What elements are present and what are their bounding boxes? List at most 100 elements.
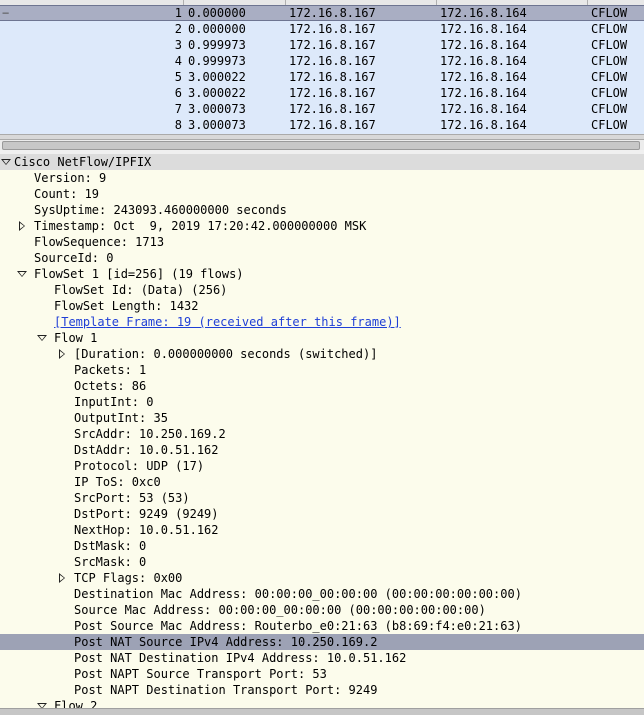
packet-time: 3.000073 [188, 118, 246, 132]
tree-item-label: Cisco NetFlow/IPFIX [14, 155, 152, 169]
tree-item-label: Packets: 1 [74, 363, 147, 377]
tree-item[interactable]: DstMask: 0 [0, 538, 644, 554]
packet-row[interactable]: 8 3.000073 172.16.8.167 172.16.8.164 CFLOW [0, 117, 644, 133]
packet-time: 0.000000 [188, 6, 246, 20]
tree-item-label: SourceId: 0 [34, 251, 114, 265]
packet-number: 4 [174, 54, 182, 68]
tree-item-label: TCP Flags: 0x00 [74, 571, 183, 585]
tree-item[interactable]: Post NAPT Source Transport Port: 53 [0, 666, 644, 682]
tree-item-flow-2[interactable]: Flow 2 [0, 698, 644, 708]
tree-item-label: Timestamp: Oct 9, 2019 17:20:42.00000000… [34, 219, 367, 233]
tree-item[interactable]: Count: 19 [0, 186, 644, 202]
tree-item-tcp-flags[interactable]: TCP Flags: 0x00 [0, 570, 644, 586]
packet-row[interactable]: 2 0.000000 172.16.8.167 172.16.8.164 CFLOW [0, 21, 644, 37]
packet-source: 172.16.8.167 [289, 118, 376, 132]
tree-item[interactable]: Post NAT Destination IPv4 Address: 10.0.… [0, 650, 644, 666]
packet-protocol: CFLOW [591, 102, 628, 116]
tree-item[interactable]: Packets: 1 [0, 362, 644, 378]
packet-number: 1 [174, 6, 182, 20]
tree-item[interactable]: SrcPort: 53 (53) [0, 490, 644, 506]
packet-protocol: CFLOW [591, 38, 628, 52]
tree-item-label: OutputInt: 35 [74, 411, 168, 425]
tree-item[interactable]: NextHop: 10.0.51.162 [0, 522, 644, 538]
packet-details-tree[interactable]: Cisco NetFlow/IPFIX Version: 9 Count: 19… [0, 154, 644, 708]
tree-item-label: Source Mac Address: 00:00:00_00:00:00 (0… [74, 603, 486, 617]
collapse-arrow-icon[interactable] [56, 570, 68, 586]
scrollbar-thumb[interactable] [2, 141, 640, 150]
tree-item[interactable]: OutputInt: 35 [0, 410, 644, 426]
collapse-arrow-icon[interactable] [16, 218, 28, 234]
tree-item[interactable]: Post NAPT Destination Transport Port: 92… [0, 682, 644, 698]
tree-item[interactable]: Octets: 86 [0, 378, 644, 394]
packet-row[interactable]: 7 3.000073 172.16.8.167 172.16.8.164 CFLOW [0, 101, 644, 117]
template-frame-link[interactable]: [Template Frame: 19 (received after this… [54, 314, 401, 330]
tree-item-label: IP ToS: 0xc0 [74, 475, 161, 489]
tree-item-label: Count: 19 [34, 187, 100, 201]
tree-item[interactable]: FlowSet Id: (Data) (256) [0, 282, 644, 298]
tree-item-label: SrcPort: 53 (53) [74, 491, 190, 505]
packet-destination: 172.16.8.164 [440, 118, 527, 132]
packet-number: 6 [174, 86, 182, 100]
packet-number: 5 [174, 70, 182, 84]
expand-arrow-icon[interactable] [36, 698, 48, 708]
packet-row[interactable]: 4 0.999973 172.16.8.167 172.16.8.164 CFLOW [0, 53, 644, 69]
packet-number: 3 [174, 38, 182, 52]
tree-item-timestamp[interactable]: Timestamp: Oct 9, 2019 17:20:42.00000000… [0, 218, 644, 234]
packet-time: 0.999973 [188, 38, 246, 52]
packet-source: 172.16.8.167 [289, 102, 376, 116]
tree-item-label: Post NAPT Destination Transport Port: 92… [74, 683, 378, 697]
tree-item[interactable]: Destination Mac Address: 00:00:00_00:00:… [0, 586, 644, 602]
packet-destination: 172.16.8.164 [440, 38, 527, 52]
packet-destination: 172.16.8.164 [440, 22, 527, 36]
tree-item[interactable]: DstAddr: 10.0.51.162 [0, 442, 644, 458]
packet-protocol: CFLOW [591, 22, 628, 36]
expand-arrow-icon[interactable] [0, 154, 12, 170]
tree-item[interactable]: SysUptime: 243093.460000000 seconds [0, 202, 644, 218]
packet-number: 2 [174, 22, 182, 36]
packet-protocol: CFLOW [591, 54, 628, 68]
tree-item[interactable]: InputInt: 0 [0, 394, 644, 410]
collapse-arrow-icon[interactable] [56, 346, 68, 362]
expand-arrow-icon[interactable] [36, 330, 48, 346]
tree-item-label: FlowSet 1 [id=256] (19 flows) [34, 267, 244, 281]
tree-item[interactable]: Source Mac Address: 00:00:00_00:00:00 (0… [0, 602, 644, 618]
packet-source: 172.16.8.167 [289, 70, 376, 84]
tree-item[interactable]: SrcMask: 0 [0, 554, 644, 570]
tree-item[interactable]: FlowSet Length: 1432 [0, 298, 644, 314]
tree-item-label: SysUptime: 243093.460000000 seconds [34, 203, 287, 217]
expand-arrow-icon[interactable] [16, 266, 28, 282]
packet-destination: 172.16.8.164 [440, 102, 527, 116]
tree-item-flowset[interactable]: FlowSet 1 [id=256] (19 flows) [0, 266, 644, 282]
tree-item-label: Post NAT Source IPv4 Address: 10.250.169… [74, 635, 378, 649]
tree-item-flow-1[interactable]: Flow 1 [0, 330, 644, 346]
tree-item[interactable]: Protocol: UDP (17) [0, 458, 644, 474]
tree-item-label: FlowSet Id: (Data) (256) [54, 283, 228, 297]
tree-item[interactable]: Post Source Mac Address: Routerbo_e0:21:… [0, 618, 644, 634]
tree-item[interactable]: IP ToS: 0xc0 [0, 474, 644, 490]
packet-protocol: CFLOW [591, 118, 628, 132]
tree-item-label: DstAddr: 10.0.51.162 [74, 443, 219, 457]
packet-row[interactable]: 3 0.999973 172.16.8.167 172.16.8.164 CFLOW [0, 37, 644, 53]
tree-item-label: Post NAT Destination IPv4 Address: 10.0.… [74, 651, 407, 665]
packet-row-selected[interactable]: − 1 0.000000 172.16.8.167 172.16.8.164 CFLOW [0, 5, 644, 21]
packet-source: 172.16.8.167 [289, 54, 376, 68]
tree-item-label: Protocol: UDP (17) [74, 459, 205, 473]
tree-item-netflow[interactable]: Cisco NetFlow/IPFIX [0, 154, 644, 170]
tree-item[interactable]: SourceId: 0 [0, 250, 644, 266]
tree-item[interactable]: Version: 9 [0, 170, 644, 186]
packet-time: 3.000022 [188, 70, 246, 84]
packet-time: 3.000073 [188, 102, 246, 116]
tree-item-selected[interactable]: Post NAT Source IPv4 Address: 10.250.169… [0, 634, 644, 650]
packet-list[interactable]: −1 0.000000 172.16.8.167 172.16.8.164 CFLOW 2… [0, 0, 644, 134]
tree-item-label: FlowSet Length: 1432 [54, 299, 199, 313]
tree-item-label: FlowSequence: 1713 [34, 235, 165, 249]
tree-item[interactable]: FlowSequence: 1713 [0, 234, 644, 250]
tree-item-template-frame[interactable]: [Template Frame: 19 (received after this… [0, 314, 644, 330]
tree-item[interactable]: DstPort: 9249 (9249) [0, 506, 644, 522]
packet-number: 7 [174, 102, 182, 116]
packet-row[interactable]: 5 3.000022 172.16.8.167 172.16.8.164 CFLOW [0, 69, 644, 85]
tree-item[interactable]: SrcAddr: 10.250.169.2 [0, 426, 644, 442]
packet-row[interactable]: 6 3.000022 172.16.8.167 172.16.8.164 CFLOW [0, 85, 644, 101]
packet-source: 172.16.8.167 [289, 6, 376, 20]
tree-item-duration[interactable]: [Duration: 0.000000000 seconds (switched… [0, 346, 644, 362]
